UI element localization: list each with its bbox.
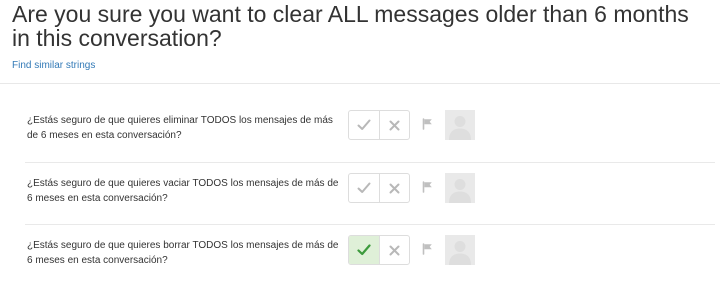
suggestion-text: ¿Estás seguro de que quieres eliminar TO… — [27, 115, 333, 141]
source-string-title: Are you sure you want to clear ALL messa… — [12, 1, 689, 51]
vote-buttons — [348, 110, 410, 140]
suggestion-row-1: ¿Estás seguro de que quieres eliminar TO… — [0, 100, 720, 163]
x-icon — [389, 245, 400, 255]
vote-buttons — [348, 235, 410, 265]
check-icon — [357, 119, 371, 130]
x-icon — [389, 183, 400, 193]
user-avatar — [445, 173, 475, 203]
approve-button[interactable] — [349, 174, 379, 202]
flag-icon — [422, 118, 432, 130]
user-avatar-icon — [449, 241, 471, 265]
check-icon — [357, 244, 371, 256]
flag-button[interactable] — [420, 117, 434, 131]
user-avatar-icon — [449, 179, 471, 203]
vote-buttons — [348, 173, 410, 203]
flag-icon — [422, 243, 432, 255]
user-avatar-icon — [449, 116, 471, 140]
check-icon — [357, 182, 371, 193]
approve-button[interactable] — [349, 236, 379, 264]
user-avatar — [445, 235, 475, 265]
reject-button[interactable] — [378, 174, 409, 202]
flag-button[interactable] — [420, 242, 434, 256]
suggestion-text: ¿Estás seguro de que quieres borrar TODO… — [27, 240, 339, 266]
top-divider — [0, 83, 720, 84]
flag-button[interactable] — [420, 180, 434, 194]
flag-icon — [422, 181, 432, 193]
approve-button[interactable] — [349, 111, 379, 139]
find-similar-strings-link[interactable]: Find similar strings — [12, 60, 95, 71]
suggestion-text: ¿Estás seguro de que quieres vaciar TODO… — [27, 178, 339, 204]
x-icon — [389, 120, 400, 130]
suggestion-row-2: ¿Estás seguro de que quieres vaciar TODO… — [0, 163, 720, 225]
reject-button[interactable] — [378, 111, 409, 139]
suggestion-row-3: ¿Estás seguro de que quieres borrar TODO… — [0, 225, 720, 287]
user-avatar — [445, 110, 475, 140]
reject-button[interactable] — [378, 236, 409, 264]
